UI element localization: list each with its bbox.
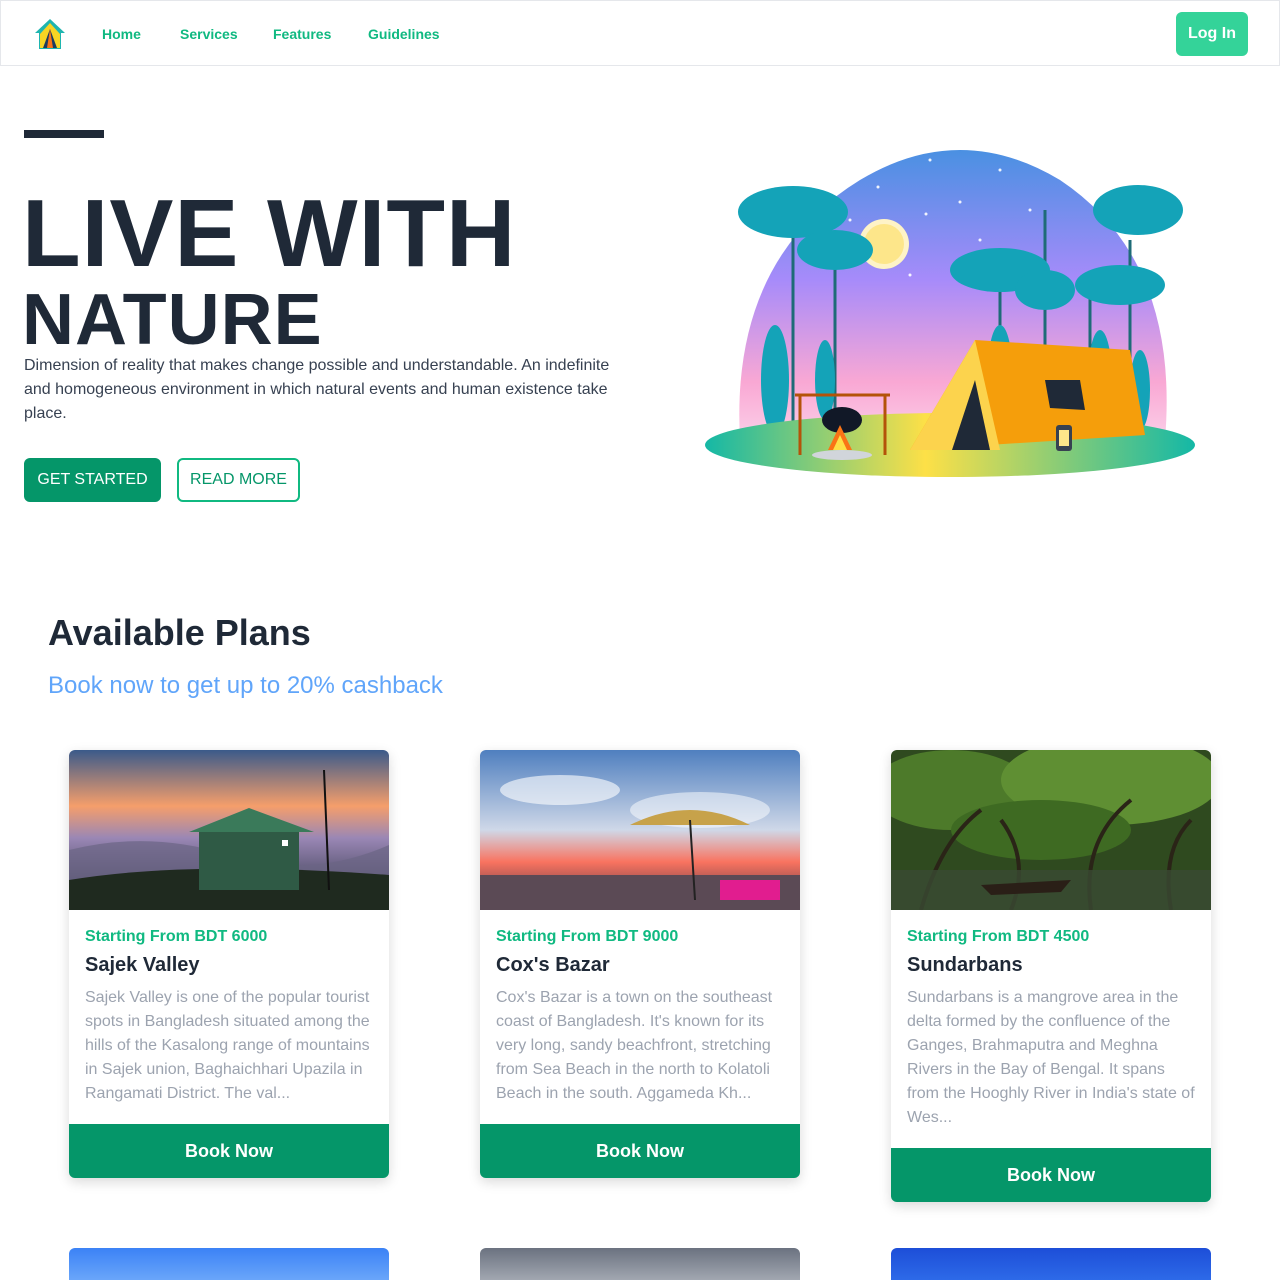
card-title: Sundarbans — [907, 954, 1023, 976]
hero-title-line2: NATURE — [22, 280, 323, 360]
get-started-button[interactable]: GET STARTED — [24, 458, 161, 502]
top-navbar: Home Services Features Guidelines Log In — [0, 0, 1280, 66]
card-price: Starting From BDT 9000 — [496, 928, 679, 945]
card-price: Starting From BDT 4500 — [907, 928, 1090, 945]
card-description: Sajek Valley is one of the popular touri… — [85, 989, 370, 1102]
card-description: Sundarbans is a mangrove area in the del… — [907, 989, 1195, 1126]
card-price: Starting From BDT 6000 — [85, 928, 268, 945]
camping-illustration — [705, 150, 1195, 477]
book-now-button[interactable]: Book Now — [891, 1148, 1211, 1202]
book-now-button[interactable]: Book Now — [480, 1124, 800, 1178]
hero-description: Dimension of reality that makes change p… — [24, 357, 610, 422]
nav-link-guidelines[interactable]: Guidelines — [368, 25, 440, 43]
coxs-bazar-image — [480, 750, 800, 910]
login-button[interactable]: Log In — [1176, 12, 1248, 56]
plan-card-partial-2 — [480, 1248, 800, 1280]
hero-accent-bar — [24, 130, 104, 138]
plan-card-partial-3 — [891, 1248, 1211, 1280]
tent-home-icon[interactable] — [33, 17, 67, 51]
nav-link-home[interactable]: Home — [102, 25, 141, 43]
book-now-button[interactable]: Book Now — [69, 1124, 389, 1178]
card-description: Cox's Bazar is a town on the southeast c… — [496, 989, 773, 1102]
card-title: Sajek Valley — [85, 954, 200, 976]
nav-link-services[interactable]: Services — [180, 25, 238, 43]
hero-title-line1: LIVE WITH — [22, 180, 517, 287]
plan-card-sajek: Starting From BDT 6000 Sajek Valley Saje… — [69, 750, 389, 1178]
hero-title: LIVE WITH NATURE — [22, 180, 517, 360]
nav-link-features[interactable]: Features — [273, 25, 331, 43]
card-title: Cox's Bazar — [496, 954, 610, 976]
plan-card-coxs-bazar: Starting From BDT 9000 Cox's Bazar Cox's… — [480, 750, 800, 1178]
sajek-valley-image — [69, 750, 389, 910]
plan-card-partial-1 — [69, 1248, 389, 1280]
plans-subtitle: Book now to get up to 20% cashback — [48, 672, 443, 699]
plans-heading: Available Plans — [48, 612, 311, 653]
plan-card-sundarbans: Starting From BDT 4500 Sundarbans Sundar… — [891, 750, 1211, 1202]
sundarbans-image — [891, 750, 1211, 910]
read-more-button[interactable]: READ MORE — [177, 458, 300, 502]
